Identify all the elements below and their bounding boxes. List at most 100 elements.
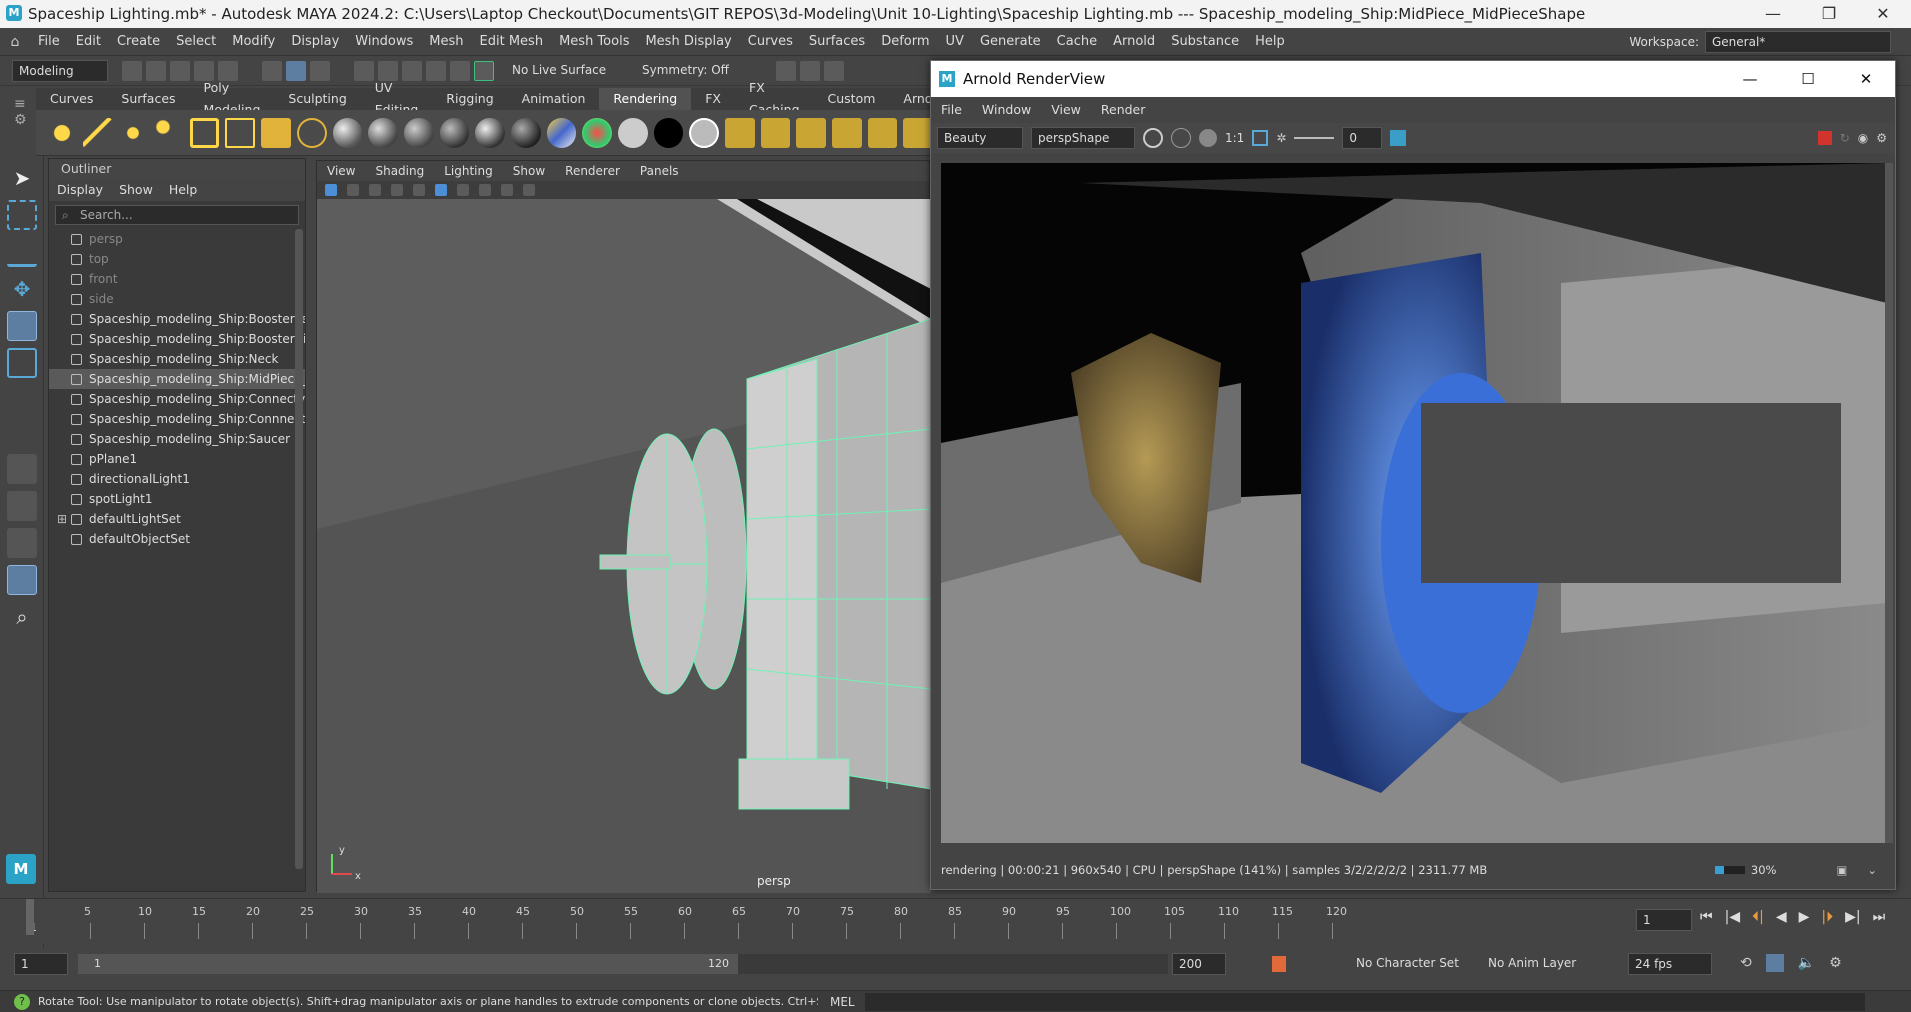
menu-set-select[interactable]: Modeling xyxy=(12,59,108,82)
menu-substance[interactable]: Substance xyxy=(1163,28,1247,56)
outliner-item[interactable]: Spaceship_modeling_Ship:MidPiece_I xyxy=(49,369,305,389)
arnold-menu-render[interactable]: Render xyxy=(1091,97,1156,123)
grid-icon[interactable] xyxy=(391,184,403,196)
render-icon[interactable] xyxy=(760,117,791,148)
close-button[interactable]: ✕ xyxy=(1860,0,1906,28)
outliner-item[interactable]: persp xyxy=(49,229,305,249)
expand-icon[interactable]: ⌄ xyxy=(1867,859,1877,881)
menu-edit[interactable]: Edit xyxy=(68,28,109,56)
aov-select[interactable]: Beauty xyxy=(937,127,1023,149)
shelf-options-icon[interactable]: ≡ ⚙ xyxy=(14,96,28,142)
textured-icon[interactable] xyxy=(457,184,469,196)
playblast-icon[interactable] xyxy=(903,117,933,148)
outliner-item[interactable]: Spaceship_modeling_Ship:ConnectyL xyxy=(49,389,305,409)
menu-edit-mesh[interactable]: Edit Mesh xyxy=(472,28,552,56)
point-light-icon[interactable] xyxy=(118,117,149,148)
settings-icon[interactable]: ⚙ xyxy=(1876,131,1887,145)
shelf-tab-rigging[interactable]: Rigging xyxy=(432,88,507,110)
render-settings-icon[interactable] xyxy=(824,60,844,81)
play-backward-icon[interactable]: ◀ xyxy=(1776,909,1787,925)
snapshot-icon[interactable]: ▣ xyxy=(1836,859,1847,881)
arnold-menu-window[interactable]: Window xyxy=(972,97,1041,123)
shader-ball-3-icon[interactable] xyxy=(403,117,434,148)
cache-playback-icon[interactable] xyxy=(1765,954,1784,972)
shader-ball-4-icon[interactable] xyxy=(439,117,470,148)
spot-light-icon[interactable] xyxy=(154,117,184,148)
render-image[interactable] xyxy=(941,163,1887,843)
menu-create[interactable]: Create xyxy=(109,28,168,56)
hypershade-icon[interactable] xyxy=(296,117,327,148)
viewport-menu-renderer[interactable]: Renderer xyxy=(555,161,630,181)
menu-mesh[interactable]: Mesh xyxy=(421,28,471,56)
menu-generate[interactable]: Generate xyxy=(972,28,1049,56)
menu-surfaces[interactable]: Surfaces xyxy=(801,28,873,56)
fit-view-icon[interactable] xyxy=(1252,130,1269,146)
goto-start-icon[interactable]: ⏮ xyxy=(1700,909,1713,925)
step-back-key-icon[interactable]: |◀ xyxy=(1725,909,1740,925)
menu-deform[interactable]: Deform xyxy=(873,28,937,56)
loop-icon[interactable]: ⟲ xyxy=(1740,955,1752,971)
shelf-tab-custom[interactable]: Custom xyxy=(814,88,890,110)
menu-help[interactable]: Help xyxy=(1247,28,1293,56)
outliner-item[interactable]: Spaceship_modeling_Ship:Connnecty xyxy=(49,409,305,429)
shadows-icon[interactable] xyxy=(501,184,513,196)
paint-select-icon[interactable] xyxy=(7,237,37,267)
outliner-item[interactable]: Spaceship_modeling_Ship:Neck xyxy=(49,349,305,369)
perspective-viewport[interactable]: View Shading Lighting Show Renderer Pane… xyxy=(316,160,931,893)
camera-attributes-icon[interactable] xyxy=(325,184,337,196)
area-light-icon[interactable] xyxy=(189,117,220,148)
current-time-indicator[interactable] xyxy=(26,899,34,935)
arnold-minimize-button[interactable]: — xyxy=(1721,61,1779,97)
shelf-tab-surfaces[interactable]: Surfaces xyxy=(107,88,189,110)
range-start-field[interactable]: 1 xyxy=(14,953,68,975)
outliner-item[interactable]: Spaceship_modeling_Ship:BoosterRig xyxy=(49,329,305,349)
lasso-tool-icon[interactable] xyxy=(7,200,37,230)
outliner-menu-display[interactable]: Display xyxy=(49,179,111,201)
render-settings-shelf-icon[interactable] xyxy=(867,117,898,148)
shader-ball-5-icon[interactable] xyxy=(475,117,505,148)
outliner-item[interactable]: front xyxy=(49,269,305,289)
log-icon[interactable] xyxy=(1390,130,1407,146)
current-frame-field[interactable]: 1 xyxy=(1636,909,1692,931)
shader-ball-2-icon[interactable] xyxy=(368,117,398,148)
camera-select[interactable]: perspShape xyxy=(1031,127,1135,149)
arnold-maximize-button[interactable]: ☐ xyxy=(1779,61,1837,97)
shelf-tab-fx[interactable]: FX xyxy=(691,88,735,110)
outliner-item[interactable]: top xyxy=(49,249,305,269)
sound-icon[interactable]: 🔈 xyxy=(1798,955,1815,971)
maximize-button[interactable]: ❐ xyxy=(1806,0,1852,28)
ratio-label[interactable]: 1:1 xyxy=(1225,131,1244,145)
range-end-field[interactable]: 200 xyxy=(1172,953,1226,975)
four-view-icon[interactable] xyxy=(7,491,37,521)
volume-light-icon[interactable] xyxy=(225,117,256,148)
ipr-icon[interactable]: ◉ xyxy=(1858,131,1868,145)
color-shader-icon[interactable] xyxy=(582,117,612,148)
symmetry-select[interactable]: Symmetry: Off xyxy=(636,59,736,82)
rerender-icon[interactable]: ↻ xyxy=(1840,131,1850,145)
save-scene-icon[interactable] xyxy=(170,60,190,81)
outliner-search-input[interactable]: ⌕ Search... xyxy=(55,205,299,225)
image-plane-icon[interactable] xyxy=(369,184,381,196)
goto-end-icon[interactable]: ⏭ xyxy=(1873,909,1886,925)
auto-key-icon[interactable] xyxy=(1272,956,1286,972)
outliner-item[interactable]: Spaceship_modeling_Ship:BoosterLef xyxy=(49,309,305,329)
shader-ball-6-icon[interactable] xyxy=(510,117,541,148)
anim-layer-select[interactable]: No Anim Layer xyxy=(1488,956,1576,970)
arnold-menu-file[interactable]: File xyxy=(931,97,972,123)
outliner-item[interactable]: directionalLight1 xyxy=(49,469,305,489)
workspace-select[interactable]: General* xyxy=(1705,30,1891,53)
render-view-icon[interactable] xyxy=(724,117,755,148)
expand-icon[interactable]: ⊞ xyxy=(57,509,67,529)
ramp-shader-icon[interactable] xyxy=(546,117,577,148)
viewport-menu-panels[interactable]: Panels xyxy=(630,161,689,181)
step-forward-key-icon[interactable]: ▶| xyxy=(1845,909,1860,925)
viewport-menu-shading[interactable]: Shading xyxy=(365,161,434,181)
outliner-item[interactable]: ⊞ defaultLightSet xyxy=(49,509,305,529)
shelf-tab-sculpting[interactable]: Sculpting xyxy=(274,88,360,110)
scale-tool-icon[interactable] xyxy=(7,348,37,378)
range-slider[interactable]: 1 120 xyxy=(78,954,1168,974)
outliner-menu-show[interactable]: Show xyxy=(111,179,161,201)
outliner-scrollbar[interactable] xyxy=(295,229,303,869)
outliner-item[interactable]: Spaceship_modeling_Ship:Saucer xyxy=(49,429,305,449)
rgb-channels-icon[interactable] xyxy=(1171,128,1191,148)
